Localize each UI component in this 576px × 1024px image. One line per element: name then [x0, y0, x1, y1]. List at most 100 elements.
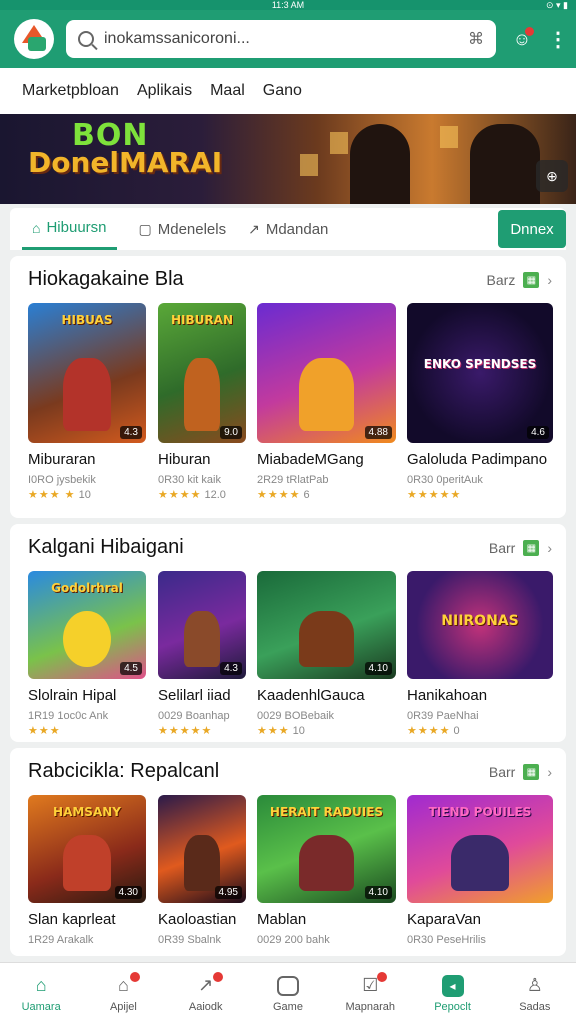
- section-more-label: Barr: [488, 540, 516, 556]
- character-art: [184, 610, 220, 667]
- app-logo[interactable]: [14, 19, 54, 59]
- search-icon: [78, 31, 94, 47]
- app-card[interactable]: HERAIT RADUIES 4.10 Mablan 0029 200 bahk: [257, 795, 396, 946]
- app-name: Miburaran: [28, 451, 96, 468]
- grid-icon: ▦: [523, 764, 540, 780]
- app-subtitle: 0R30 PeseHrilis: [407, 934, 486, 946]
- section-more-link[interactable]: Barr ▦ ›: [489, 764, 552, 780]
- rating-value: 10: [292, 725, 305, 737]
- app-tag: 4.10: [364, 662, 392, 675]
- gamepad-ring: [276, 975, 299, 996]
- app-card[interactable]: HAMSANY 4.30 Slan kaprleat 1R29 Arakalk: [28, 795, 146, 946]
- app-thumbnail: HIBUAS 4.3: [28, 303, 146, 443]
- app-tag: 4.10: [364, 886, 392, 899]
- promo-banner[interactable]: BON DonelMARAI ⊕: [0, 114, 576, 204]
- bottom-nav-updates[interactable]: ↗ Aaiodk: [165, 963, 247, 1024]
- app-subtitle: 0R39 Sbalnk: [158, 934, 221, 946]
- thumbnail-art-text: HAMSANY: [53, 805, 121, 819]
- bottom-nav-apps[interactable]: ⌂ Apijel: [82, 963, 164, 1024]
- tab-label: Mdenelels: [157, 220, 227, 238]
- notification-badge: [212, 971, 223, 982]
- app-section: Kalgani Hibaigani Barr ▦ › Godolrhral 4.…: [10, 524, 566, 742]
- tab-trending[interactable]: ↗ Mdandan: [248, 208, 328, 250]
- app-name: MiabadeMGang: [257, 451, 364, 468]
- app-card[interactable]: NIIRONAS Hanikahoan 0R39 PaeNhai ★★★★ 0: [407, 571, 553, 737]
- app-tag: 4.88: [364, 426, 392, 439]
- status-bar: 11:3 AM ⊙ ▾ ▮: [0, 0, 576, 10]
- app-card[interactable]: Godolrhral 4.5 Slolrain Hipal 1R19 1oc0c…: [28, 571, 146, 737]
- app-thumbnail: HIBURAN 9.0: [158, 303, 246, 443]
- bottom-nav: ⌂ Uamara ⌂ Apijel ↗ Aaiodk Game ☑ Mapnar…: [0, 962, 576, 1024]
- chevron-right-icon: ›: [547, 272, 552, 288]
- app-card[interactable]: HIBURAN 9.0 Hiburan 0R30 kit kaik ★★★★ 1…: [158, 303, 246, 501]
- tab-action-button[interactable]: Dnnex: [498, 210, 566, 248]
- app-card[interactable]: 4.3 Selilarl iiad 0029 Boanhap ★★★★★: [158, 571, 246, 737]
- app-subtitle: 0R30 0peritAuk: [407, 474, 483, 486]
- app-thumbnail: 4.3: [158, 571, 246, 679]
- rating-stars-icon: ★★★★: [257, 489, 301, 501]
- app-card[interactable]: TIEND POUILES KaparaVan 0R30 PeseHrilis: [407, 795, 553, 946]
- thumbnail-art-text: TIEND POUILES: [428, 805, 532, 819]
- bottom-nav-label: Mapnarah: [345, 1000, 396, 1013]
- app-card[interactable]: HIBUAS 4.3 Miburaran I0RO jysbekik ★★★ ★…: [28, 303, 146, 501]
- app-card[interactable]: 4.95 Kaoloastian 0R39 Sbalnk: [158, 795, 246, 946]
- search-input[interactable]: [104, 30, 458, 48]
- home-icon: ⌂: [35, 975, 47, 995]
- bottom-nav-label: Pepoclt: [434, 1000, 471, 1013]
- category-tabs: ⌂ Hibuursn ▢ Mdenelels ↗ Mdandan Dnnex: [10, 208, 566, 250]
- banner-character-art: [470, 124, 540, 204]
- app-card[interactable]: 4.88 MiabadeMGang 2R29 tRlatPab ★★★★ 6: [257, 303, 396, 501]
- character-art: [63, 610, 111, 667]
- section-more-link[interactable]: Barr ▦ ›: [489, 540, 552, 556]
- app-tag: 4.6: [527, 426, 549, 439]
- section-more-label: Barz: [486, 272, 516, 288]
- more-menu-button[interactable]: ⋮: [548, 27, 568, 52]
- bottom-nav-report[interactable]: ◂ Pepoclt: [411, 963, 493, 1024]
- tab-models[interactable]: ▢ Mdenelels: [139, 208, 227, 250]
- app-tag: 4.3: [220, 662, 242, 675]
- bottom-nav-downloads[interactable]: ☑ Mapnarah: [329, 963, 411, 1024]
- rating-stars-icon: ★★★★★: [158, 725, 213, 737]
- bottom-nav-profile[interactable]: ♙ Sadas: [494, 963, 576, 1024]
- section-more-link[interactable]: Barz ▦ ›: [487, 272, 552, 288]
- rating-stars-icon: ★★★: [257, 725, 290, 737]
- scan-icon[interactable]: ⌘: [468, 29, 484, 49]
- notification-button[interactable]: ☺: [508, 25, 536, 53]
- app-name: Hanikahoan: [407, 687, 488, 704]
- app-rating: ★★★★★: [158, 724, 246, 737]
- app-rating: ★★★: [28, 724, 146, 737]
- app-thumbnail: HAMSANY 4.30: [28, 795, 146, 903]
- bottom-nav-games[interactable]: Game: [247, 963, 329, 1024]
- app-section: Rabcicikla: Repalcanl Barr ▦ › HAMSANY 4…: [10, 748, 566, 956]
- bottom-nav-home[interactable]: ⌂ Uamara: [0, 963, 82, 1024]
- app-subtitle: 1R19 1oc0c Ank: [28, 710, 109, 722]
- rating-stars-icon: ★★★★★: [407, 489, 462, 501]
- rating-stars-icon: ★★★: [28, 725, 61, 737]
- app-thumbnail: 4.95: [158, 795, 246, 903]
- top-nav-item[interactable]: Aplikais: [137, 82, 192, 100]
- character-art: [184, 358, 220, 431]
- thumbnail-art-text: Godolrhral: [51, 581, 123, 595]
- app-card[interactable]: ENKO SPENDSES 4.6 Galoluda Padimpano 0R3…: [407, 303, 553, 501]
- bottom-nav-label: Uamara: [21, 1000, 61, 1013]
- top-nav-item[interactable]: Maal: [210, 82, 245, 100]
- character-art: [298, 358, 355, 431]
- rating-stars-icon: ★★★ ★: [28, 489, 76, 501]
- search-bar[interactable]: ⌘: [66, 20, 496, 58]
- app-subtitle: I0RO jysbekik: [28, 474, 96, 486]
- logo-block-icon: [28, 37, 46, 51]
- app-rating: ★★★ ★ 10: [28, 488, 146, 501]
- user-icon: ♙: [526, 975, 543, 995]
- chevron-right-icon: ›: [547, 764, 552, 780]
- bottom-nav-label: Apijel: [109, 1000, 137, 1013]
- app-name: Kaoloastian: [158, 911, 237, 928]
- app-thumbnail: ENKO SPENDSES 4.6: [407, 303, 553, 443]
- app-subtitle: 0029 200 bahk: [257, 934, 330, 946]
- app-rating: ★★★ 10: [257, 724, 396, 737]
- banner-gamepad-button[interactable]: ⊕: [536, 160, 568, 192]
- top-nav-item[interactable]: Gano: [263, 82, 302, 100]
- tab-home[interactable]: ⌂ Hibuursn: [22, 208, 117, 250]
- top-nav-item[interactable]: Marketpbloan: [22, 82, 119, 100]
- app-card[interactable]: 4.10 KaadenhlGauca 0029 BOBebaik ★★★ 10: [257, 571, 396, 737]
- app-rating: ★★★★ 0: [407, 724, 553, 737]
